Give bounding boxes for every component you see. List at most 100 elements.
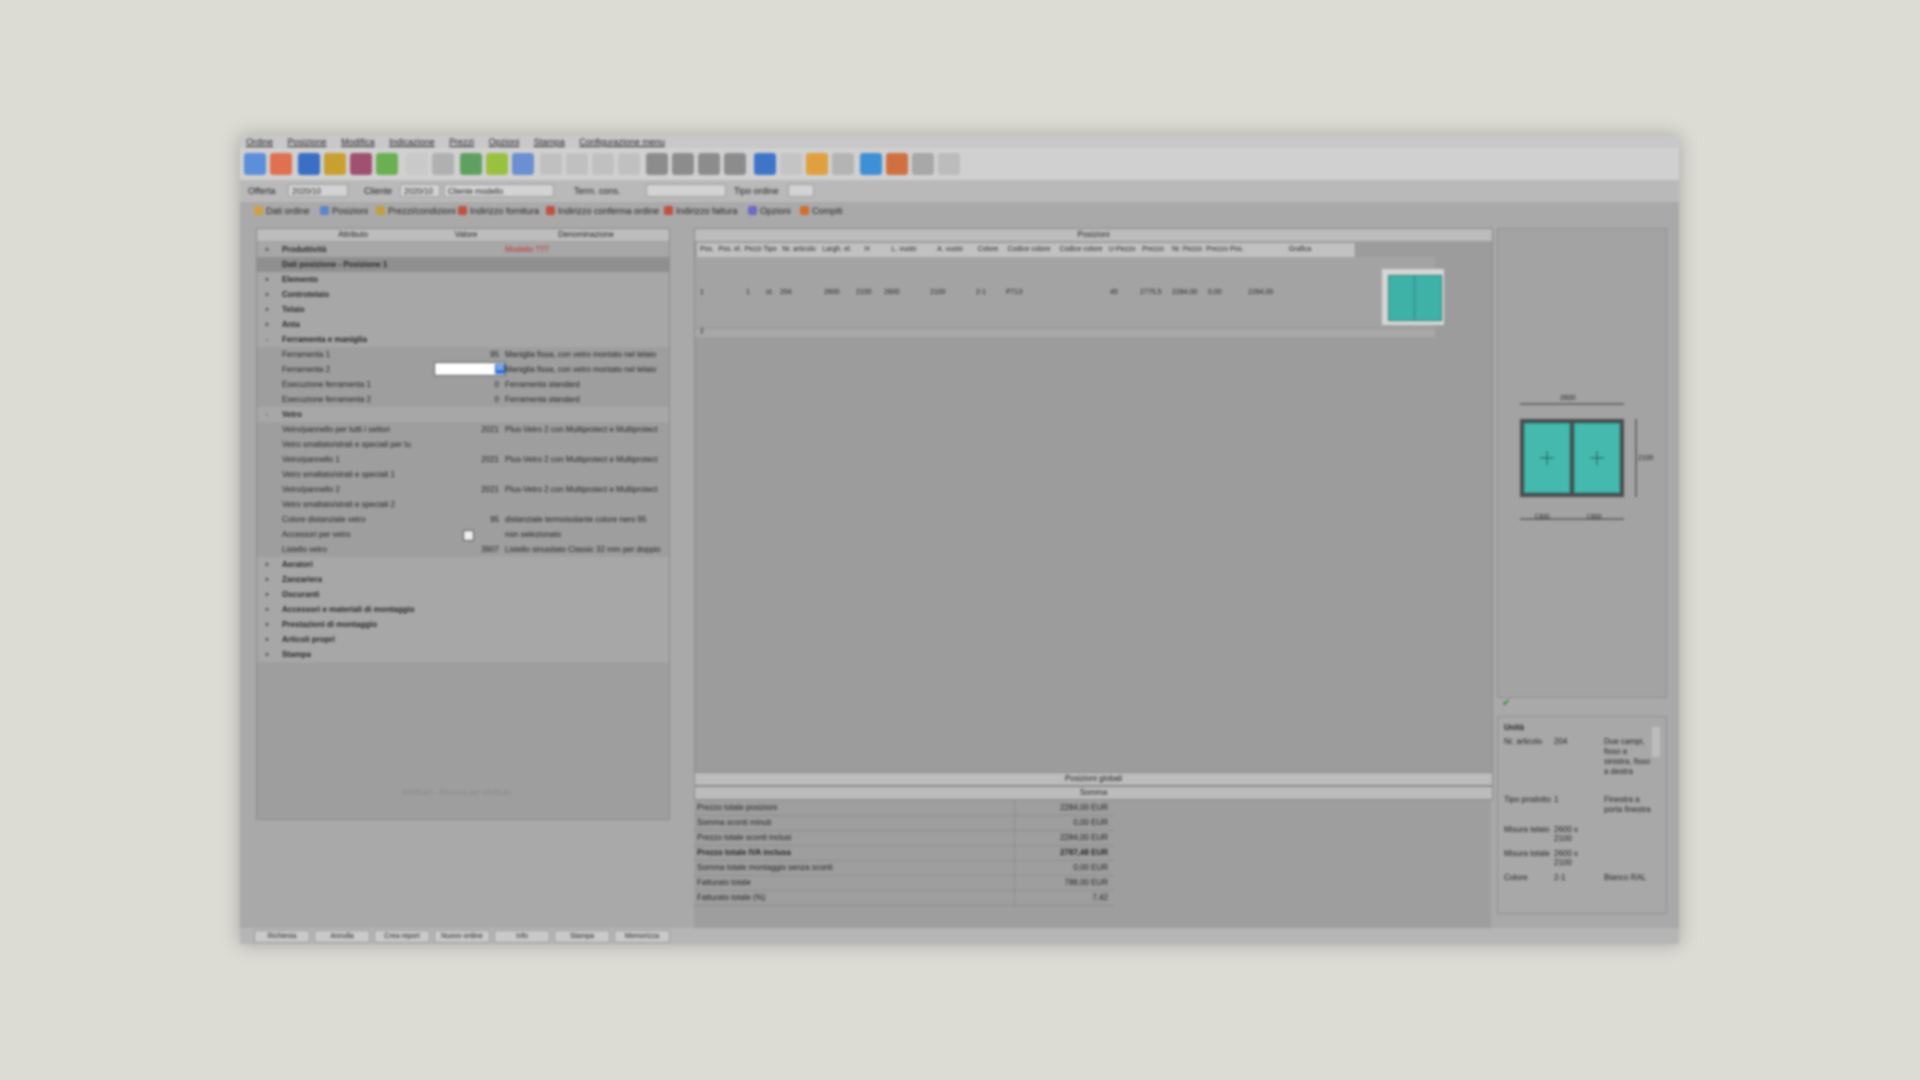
edit-icon[interactable]	[486, 153, 508, 175]
attribute-row[interactable]: Dati posizione - Posizione 1	[257, 257, 669, 272]
tab-dati-ordine[interactable]: Dati ordine	[254, 206, 310, 216]
col-l-vuoto[interactable]: L. vuoto	[881, 243, 928, 257]
tab-indirizzo-conferma[interactable]: Indirizzo conferma ordine	[546, 206, 659, 216]
bottom-button-nuovo-ordine[interactable]: Nuovo ordine	[434, 930, 490, 943]
users-icon[interactable]	[324, 153, 346, 175]
menu-opzioni[interactable]: Opzioni	[483, 136, 526, 148]
info-icon[interactable]	[832, 153, 854, 175]
menu-configurazione[interactable]: Configurazione menu	[573, 136, 671, 148]
expand-toggle[interactable]: +	[263, 272, 271, 287]
first-icon[interactable]	[646, 153, 668, 175]
attribute-value[interactable]: 2021	[429, 422, 499, 437]
attribute-row[interactable]: - Ferramenta e maniglia	[257, 332, 669, 347]
attribute-value[interactable]: 2021	[429, 452, 499, 467]
attribute-row[interactable]: + Aeratori	[257, 557, 669, 572]
tab-indirizzo-fornitura[interactable]: Indirizzo fornitura	[458, 206, 539, 216]
refresh-icon[interactable]	[376, 153, 398, 175]
attribute-value[interactable]: 95	[429, 512, 499, 527]
col-tipo[interactable]: Tipo	[763, 243, 778, 257]
home-icon[interactable]	[244, 153, 266, 175]
cliente-code-field[interactable]: 2020/10	[400, 184, 440, 197]
attribute-row[interactable]: Ferramenta 2 95 Maniglia fissa, con vetro …	[257, 362, 669, 377]
filter-icon[interactable]	[912, 153, 934, 175]
menu-ordine[interactable]: Ordine	[240, 136, 279, 148]
expand-toggle[interactable]: -	[263, 332, 271, 347]
attribute-row[interactable]: Esecuzione ferramenta 2 0 Ferramenta stand…	[257, 392, 669, 407]
expand-toggle[interactable]: +	[263, 287, 271, 302]
tab-opzioni[interactable]: Opzioni	[748, 206, 791, 216]
last-icon[interactable]	[724, 153, 746, 175]
window-thumbnail[interactable]	[1382, 269, 1444, 325]
position-row[interactable]	[695, 257, 1435, 327]
attribute-row[interactable]: Ferramenta 1 95 Maniglia fissa, con vetro …	[257, 347, 669, 362]
document-icon[interactable]	[406, 153, 428, 175]
attribute-value[interactable]: 95	[429, 347, 499, 362]
attribute-value[interactable]: 0	[429, 377, 499, 392]
attribute-row[interactable]: + Prestazioni di montaggio	[257, 617, 669, 632]
group-icon[interactable]	[350, 153, 372, 175]
calculator-icon[interactable]	[806, 153, 828, 175]
attribute-row[interactable]: Esecuzione ferramenta 1 0 Ferramenta stand…	[257, 377, 669, 392]
list-icon[interactable]	[432, 153, 454, 175]
save-icon[interactable]	[298, 153, 320, 175]
tipo-ordine-field[interactable]	[788, 184, 814, 197]
position-row-new[interactable]	[695, 329, 1435, 337]
bottom-button-crea-report[interactable]: Crea report	[374, 930, 430, 943]
col-prezzo-pos-[interactable]: Prezzo Pos.	[1205, 243, 1246, 257]
expand-toggle[interactable]: +	[263, 587, 271, 602]
tab-posizioni[interactable]: Posizioni	[320, 206, 368, 216]
attribute-row[interactable]: + Stampa	[257, 647, 669, 662]
delete-icon[interactable]	[618, 153, 640, 175]
attribute-row[interactable]: + Accessori e materiali di montaggio	[257, 602, 669, 617]
expand-toggle[interactable]: +	[263, 572, 271, 587]
menu-indicazione[interactable]: Indicazione	[383, 136, 441, 148]
transfer-icon[interactable]	[886, 153, 908, 175]
attribute-row[interactable]: Vetro smaltato/strati e speciali 1	[257, 467, 669, 482]
attribute-row[interactable]: Vetro/pannello 2 2021 Plus-Vetro 2 con Mul…	[257, 482, 669, 497]
attribute-row[interactable]: + Oscuranti	[257, 587, 669, 602]
menu-prezzi[interactable]: Prezzi	[443, 136, 480, 148]
exit-icon[interactable]	[938, 153, 960, 175]
col-pos-el-[interactable]: Pos. el.	[717, 243, 744, 257]
menu-modifica[interactable]: Modifica	[335, 136, 381, 148]
menu-posizione[interactable]: Posizione	[282, 136, 333, 148]
globe-icon[interactable]	[754, 153, 776, 175]
next-icon[interactable]	[698, 153, 720, 175]
stop-icon[interactable]	[270, 153, 292, 175]
attribute-row[interactable]: + Telaio	[257, 302, 669, 317]
attribute-row[interactable]: Vetro smaltato/strati e speciali 2	[257, 497, 669, 512]
col-h[interactable]: H	[853, 243, 882, 257]
expand-toggle[interactable]: +	[263, 557, 271, 572]
prev-icon[interactable]	[672, 153, 694, 175]
expand-toggle[interactable]: +	[263, 602, 271, 617]
attribute-value[interactable]: 2021	[429, 482, 499, 497]
col-prezzo[interactable]: Prezzo	[1137, 243, 1170, 257]
col-colore[interactable]: Colore	[973, 243, 1004, 257]
expand-toggle[interactable]: +	[263, 632, 271, 647]
attribute-value[interactable]: 3907	[429, 542, 499, 557]
col-denominazione[interactable]: Denominazione	[503, 229, 669, 241]
term-cons-field[interactable]	[646, 184, 726, 197]
accessori-checkbox[interactable]	[463, 530, 474, 541]
attribute-row[interactable]: - Vetro	[257, 407, 669, 422]
attribute-row[interactable]: Vetro/pannello per tutti i settori 2021 Pl…	[257, 422, 669, 437]
value-edit-input[interactable]: 95	[434, 362, 506, 376]
cut-icon[interactable]	[566, 153, 588, 175]
attribute-row[interactable]: Listello vetro 3907 Listello sinusitato Cl…	[257, 542, 669, 557]
col-largh-el-[interactable]: Largh. el.	[821, 243, 854, 257]
tab-compiti[interactable]: Compiti	[800, 206, 843, 216]
attribute-row[interactable]: + Articoli propri	[257, 632, 669, 647]
attribute-row[interactable]: Accessori per vetro non selezionato	[257, 527, 669, 542]
bottom-button-annulla[interactable]: Annulla	[314, 930, 370, 943]
copy-icon[interactable]	[540, 153, 562, 175]
menu-stampa[interactable]: Stampa	[528, 136, 571, 148]
attribute-row[interactable]: + Produttività Modello ???	[257, 242, 669, 257]
col-codice-colore[interactable]: Codice colore	[1003, 243, 1056, 257]
attribute-value[interactable]: 0	[429, 392, 499, 407]
attribute-row[interactable]: Colore distanziale vetro 95 distanziale te…	[257, 512, 669, 527]
expand-toggle[interactable]: +	[263, 317, 271, 332]
expand-toggle[interactable]: -	[263, 407, 271, 422]
tab-indirizzo-fattura[interactable]: Indirizzo fattura	[664, 206, 738, 216]
col-pos-[interactable]: Pos.	[697, 243, 718, 257]
cliente-name-field[interactable]: Cliente modello	[444, 184, 554, 197]
